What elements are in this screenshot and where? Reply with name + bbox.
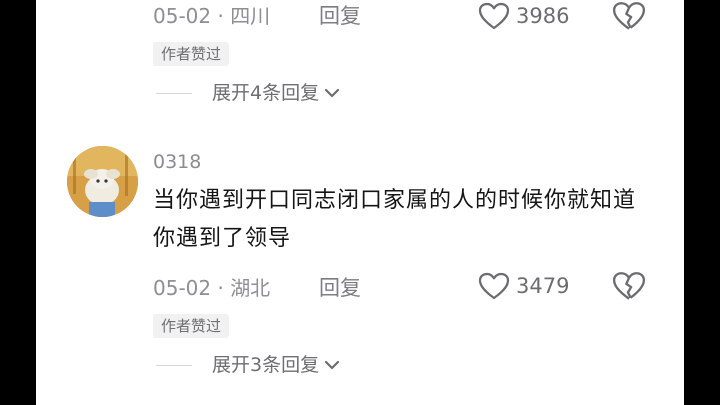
dislike-button[interactable] <box>612 1 646 31</box>
expand-replies-label: 展开3条回复 <box>212 354 320 376</box>
like-count: 3986 <box>516 4 570 28</box>
comment-username[interactable]: 0318 <box>153 150 201 174</box>
chevron-down-icon <box>324 360 340 370</box>
heart-outline-icon <box>478 2 510 30</box>
reply-button[interactable]: 回复 <box>319 4 361 28</box>
author-liked-badge: 作者赞过 <box>153 314 230 338</box>
chevron-down-icon <box>324 88 340 98</box>
comment-panel: 05-02 · 四川 回复 3986 作者赞过 展开4条回复 0318 当你遇到… <box>36 0 684 405</box>
expand-replies-label: 展开4条回复 <box>212 82 320 104</box>
like-button[interactable]: 3986 <box>478 2 569 30</box>
heart-outline-icon <box>478 272 510 300</box>
like-count: 3479 <box>516 274 570 298</box>
expand-replies-button[interactable]: 展开4条回复 <box>212 81 341 105</box>
expand-divider <box>156 365 192 366</box>
dislike-button[interactable] <box>612 271 646 301</box>
reply-button[interactable]: 回复 <box>319 276 361 300</box>
expand-replies-button[interactable]: 展开3条回复 <box>212 353 341 377</box>
avatar[interactable] <box>67 146 138 217</box>
comment-text: 当你遇到开口同志闭口家属的人的时候你就知道你遇到了领导 <box>153 188 637 251</box>
comment-meta: 05-02 · 四川 <box>153 4 271 28</box>
comment-meta: 05-02 · 湖北 <box>153 276 271 300</box>
like-button[interactable]: 3479 <box>478 272 569 300</box>
author-liked-badge: 作者赞过 <box>153 42 230 66</box>
avatar-image <box>67 146 138 217</box>
expand-divider <box>156 93 192 94</box>
